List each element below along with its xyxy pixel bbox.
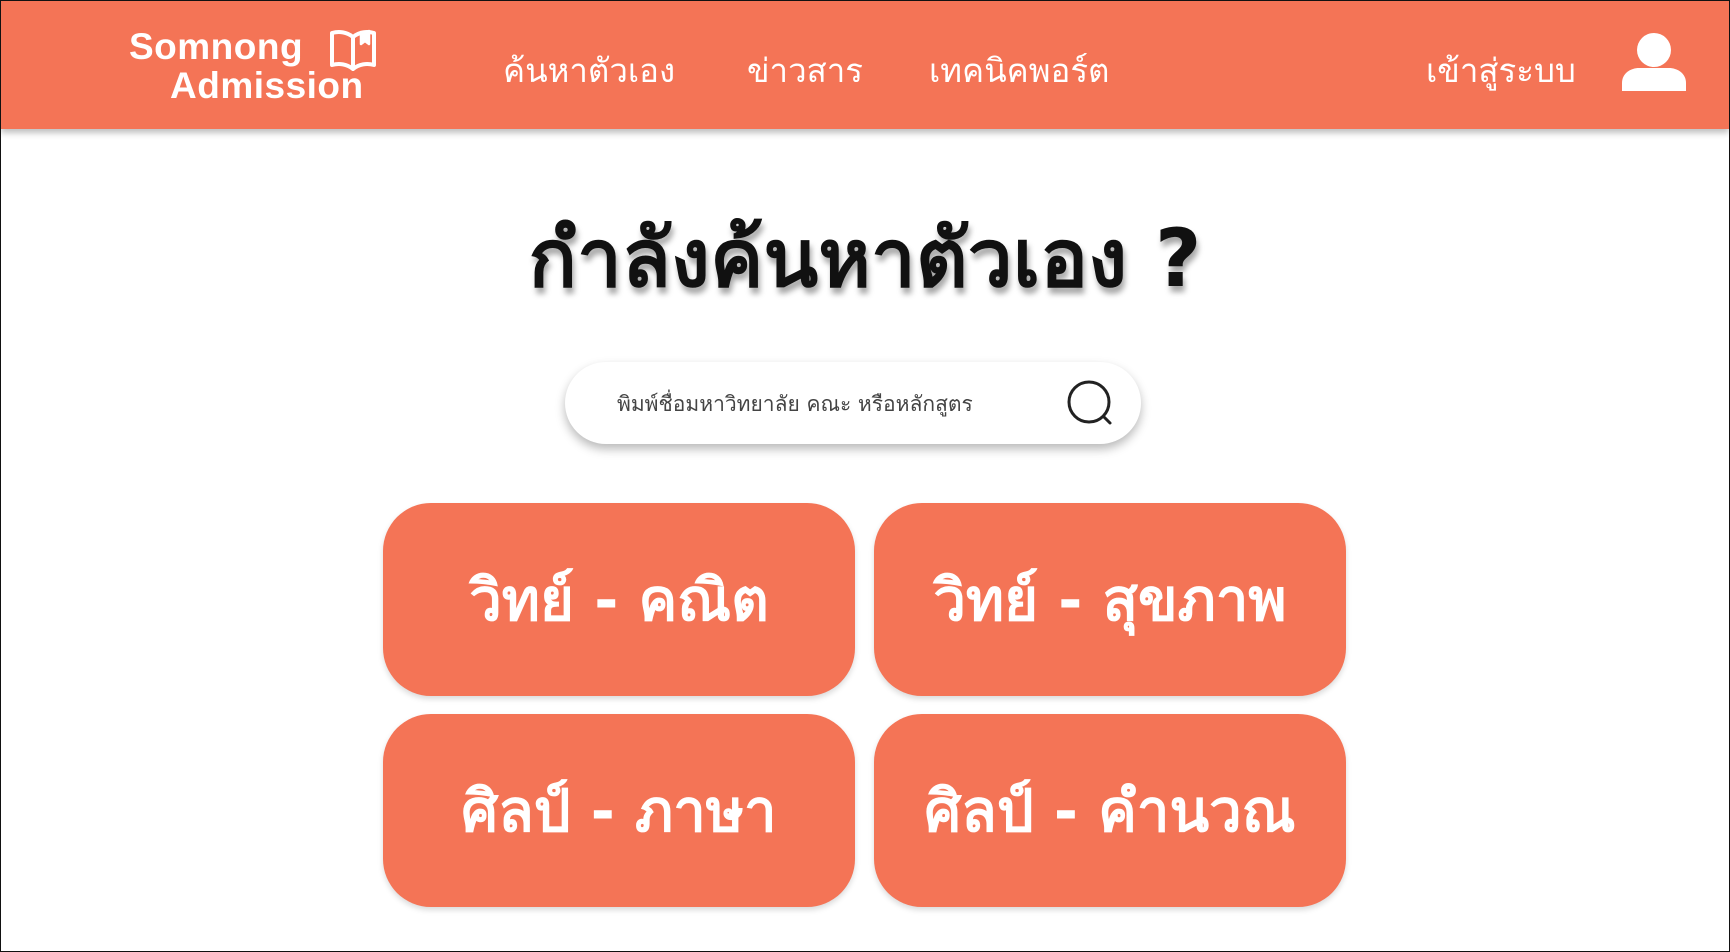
page: Somnong Admission ค้นหาตัวเอง ข่าวสาร เท… (0, 0, 1730, 952)
category-button-science-math[interactable]: วิทย์ - คณิต (383, 503, 855, 696)
category-button-science-health[interactable]: วิทย์ - สุขภาพ (874, 503, 1346, 696)
open-book-icon (330, 29, 376, 71)
page-title: กำลังค้นหาตัวเอง ? (528, 212, 1202, 305)
category-button-arts-math[interactable]: ศิลป์ - คำนวณ (874, 714, 1346, 907)
brand-name-line1: Somnong (129, 26, 304, 67)
search-icon[interactable] (1067, 380, 1119, 432)
search-bar (565, 362, 1141, 444)
search-input[interactable] (615, 382, 1059, 426)
brand-logo[interactable]: Somnong Admission (129, 25, 389, 109)
nav-link-portfolio-tips[interactable]: เทคนิคพอร์ต (929, 49, 1109, 93)
login-link[interactable]: เข้าสู่ระบบ (1426, 49, 1576, 93)
category-button-arts-language[interactable]: ศิลป์ - ภาษา (383, 714, 855, 907)
top-navbar: Somnong Admission ค้นหาตัวเอง ข่าวสาร เท… (1, 1, 1729, 129)
nav-link-find-yourself[interactable]: ค้นหาตัวเอง (503, 49, 675, 93)
user-icon[interactable] (1621, 31, 1687, 91)
nav-link-news[interactable]: ข่าวสาร (747, 49, 863, 93)
